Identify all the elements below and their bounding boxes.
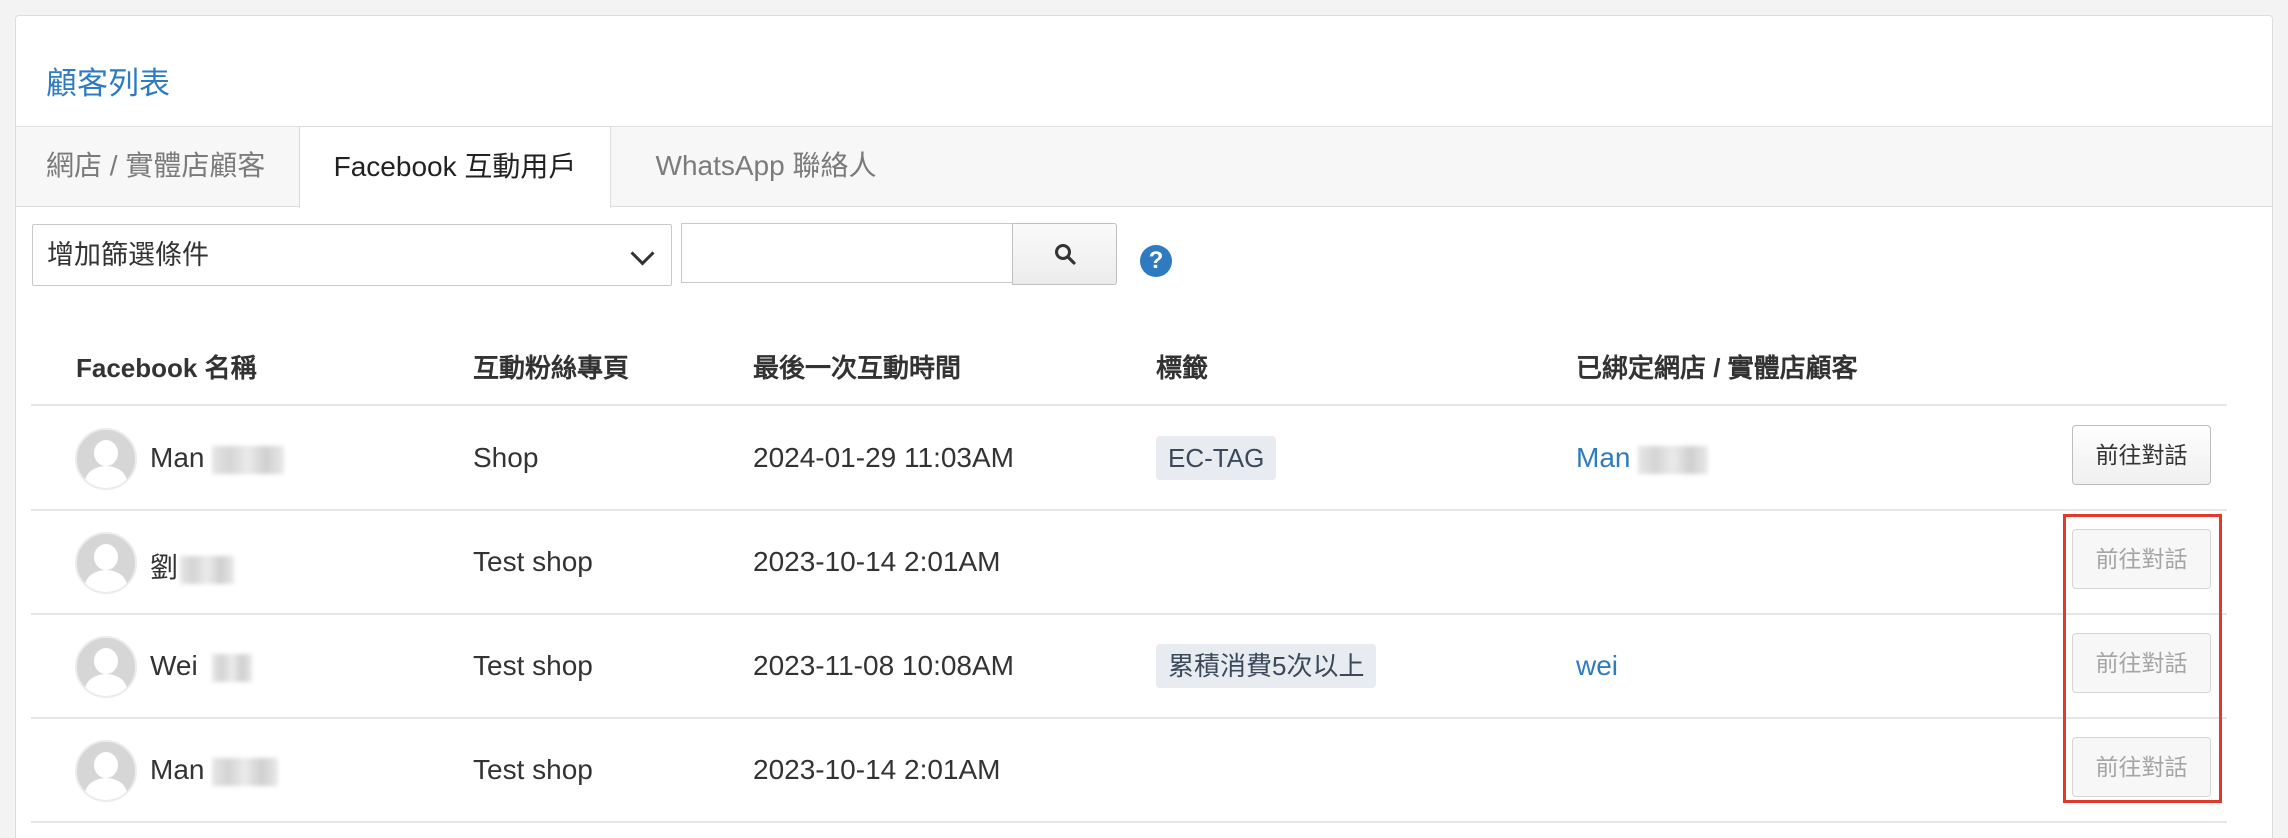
divider xyxy=(31,821,2227,823)
panel-title: 顧客列表 xyxy=(46,66,170,101)
header-last-interaction: 最後一次互動時間 xyxy=(753,353,962,383)
header-fan-page: 互動粉絲專頁 xyxy=(473,353,630,383)
avatar xyxy=(75,428,137,490)
avatar xyxy=(75,532,137,594)
fan-page: Test shop xyxy=(473,546,593,577)
help-icon[interactable]: ? xyxy=(1140,245,1172,277)
last-interaction-time: 2024-01-29 11:03AM xyxy=(753,442,1014,473)
tag-badge: 累積消費5次以上 xyxy=(1156,644,1377,688)
facebook-name: 劉 xyxy=(150,546,235,586)
tab-whatsapp-contacts[interactable]: WhatsApp 聯絡人 xyxy=(611,126,921,208)
table-header: Facebook 名稱 互動粉絲專頁 最後一次互動時間 標籤 已綁定網店 / 實… xyxy=(0,320,2288,404)
search-button[interactable] xyxy=(1012,223,1117,285)
avatar xyxy=(75,636,137,698)
go-to-conversation-button[interactable]: 前往對話 xyxy=(2072,425,2211,485)
filter-select-value: 增加篩選條件 xyxy=(47,240,209,270)
header-tags: 標籤 xyxy=(1156,353,1209,383)
tab-store-customers[interactable]: 網店 / 實體店顧客 xyxy=(16,126,299,208)
last-interaction-time: 2023-10-14 2:01AM xyxy=(753,754,1001,785)
table-row: Wei Test shop 2023-11-08 10:08AM 累積消費5次以… xyxy=(0,616,2288,718)
search-input[interactable] xyxy=(681,223,1012,283)
search-icon xyxy=(1055,244,1076,265)
header-facebook-name: Facebook 名稱 xyxy=(76,353,257,383)
tab-facebook-users[interactable]: Facebook 互動用戶 xyxy=(299,126,611,208)
divider xyxy=(31,613,2227,615)
highlight-box xyxy=(2063,514,2222,803)
table-row: Man Shop 2024-01-29 11:03AM EC-TAG Man 前… xyxy=(0,408,2288,510)
table-row: 劉 Test shop 2023-10-14 2:01AM 前往對話 xyxy=(0,512,2288,614)
bound-customer-link[interactable]: Man xyxy=(1576,442,1709,474)
tag-badge: EC-TAG xyxy=(1156,436,1277,480)
last-interaction-time: 2023-10-14 2:01AM xyxy=(753,546,1001,577)
avatar xyxy=(75,740,137,802)
chevron-down-icon xyxy=(630,241,655,266)
bound-customer-link[interactable]: wei xyxy=(1576,650,1618,682)
facebook-name: Man xyxy=(150,754,279,786)
header-bound-customer: 已綁定網店 / 實體店顧客 xyxy=(1576,353,1858,383)
last-interaction-time: 2023-11-08 10:08AM xyxy=(753,650,1014,681)
fan-page: Test shop xyxy=(473,754,593,785)
tab-bar: 網店 / 實體店顧客 Facebook 互動用戶 WhatsApp 聯絡人 xyxy=(16,126,2272,208)
facebook-name: Wei xyxy=(150,650,252,682)
divider xyxy=(31,509,2227,511)
divider xyxy=(31,404,2227,406)
fan-page: Shop xyxy=(473,442,539,473)
facebook-name: Man xyxy=(150,442,285,474)
filter-condition-select[interactable]: 增加篩選條件 xyxy=(32,224,672,286)
divider xyxy=(31,717,2227,719)
table-row: Man Test shop 2023-10-14 2:01AM 前往對話 xyxy=(0,720,2288,822)
fan-page: Test shop xyxy=(473,650,593,681)
